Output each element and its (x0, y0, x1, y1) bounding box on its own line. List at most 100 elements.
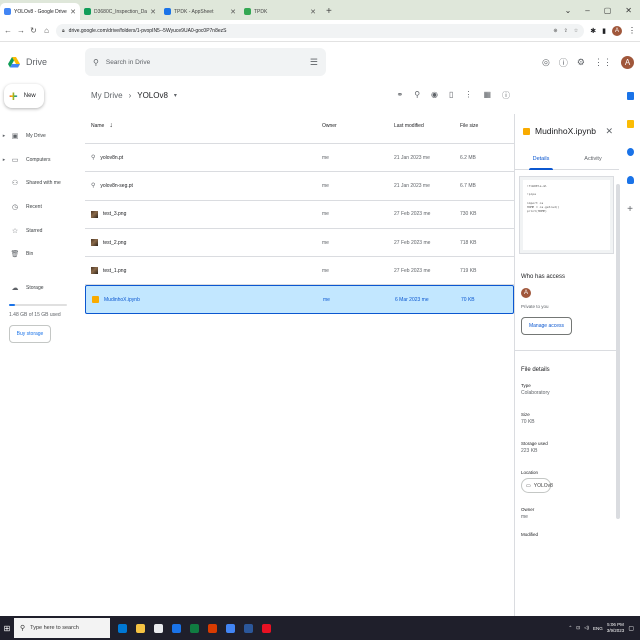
manage-access-button[interactable]: Manage access (521, 317, 572, 335)
help-icon[interactable]: ⓘ (559, 56, 568, 69)
taskbar-app-icon[interactable] (118, 623, 127, 633)
column-name[interactable]: Name ↓ (91, 122, 322, 129)
grid-view-icon[interactable]: ▦ (483, 90, 491, 101)
drive-logo[interactable]: Drive (0, 56, 85, 68)
contacts-icon[interactable] (626, 176, 634, 184)
reload-icon[interactable]: ↻ (30, 26, 37, 35)
tab-inspection-data[interactable]: D3680C_Inspection_Data_0703... ✕ (80, 3, 160, 20)
buy-storage-button[interactable]: Buy storage (9, 324, 51, 343)
tab-tpdk[interactable]: TPDK ✕ (240, 3, 320, 20)
clock[interactable]: 5:06 PM 3/9/2023 (607, 622, 625, 634)
taskbar-app-icon[interactable] (154, 623, 163, 633)
table-row[interactable]: test_2.png me 27 Feb 2023 me 718 KB (85, 229, 514, 258)
close-panel-icon[interactable]: ✕ (605, 126, 619, 137)
search-options-icon[interactable]: ☰ (310, 57, 318, 68)
account-avatar[interactable]: A (621, 55, 634, 69)
notifications-icon[interactable]: ▢ (628, 625, 634, 632)
column-owner[interactable]: Owner (322, 123, 394, 129)
tab-activity[interactable]: Activity (567, 148, 619, 169)
table-row[interactable]: test_1.png me 27 Feb 2023 me 719 KB (85, 257, 514, 286)
url-field[interactable]: 🔒︎ drive.google.com/drive/folders/1-pvop… (56, 23, 585, 38)
keep-icon[interactable] (626, 120, 634, 128)
offline-status-icon[interactable]: ◎ (542, 57, 550, 68)
search-icon[interactable]: ⚲ (93, 58, 99, 67)
sidebar-item-computers[interactable]: ▸ ▭ Computers (0, 148, 85, 172)
volume-icon[interactable]: ◁) (584, 625, 589, 631)
bookmark-star-icon[interactable]: ☆ (574, 28, 578, 34)
minimize-icon[interactable]: – (585, 6, 589, 15)
table-row[interactable]: MudinhoX.ipynb me 6 Mar 2023 me 70 KB (85, 285, 514, 314)
taskbar-app-icon[interactable] (208, 623, 217, 633)
share-person-icon[interactable]: ⚲ (414, 90, 420, 101)
folder-dropdown-icon[interactable]: ▾ (174, 92, 177, 99)
taskbar-app-icon[interactable] (172, 623, 181, 633)
language-indicator[interactable]: ENG (593, 626, 603, 631)
maximize-icon[interactable]: ▢ (604, 6, 612, 15)
check-favicon-icon (244, 8, 251, 15)
tray-chevron-icon[interactable]: ⌃ (569, 625, 573, 631)
new-button[interactable]: + New (4, 84, 44, 108)
sidebar-item-my-drive[interactable]: ▸ ▣ My Drive (0, 124, 85, 148)
sidebar-item-starred[interactable]: ☆ Starred (0, 219, 85, 243)
sidebar-item-bin[interactable]: 🗑︎ Bin (0, 242, 85, 266)
link-icon[interactable]: ⚭ (396, 90, 403, 101)
sidebar-item-storage[interactable]: ☁ Storage (0, 276, 85, 300)
profile-avatar[interactable]: A (612, 25, 622, 36)
extension-icon[interactable]: ✱ (590, 27, 596, 35)
sidebar-item-shared[interactable]: ⚇ Shared with me (0, 171, 85, 195)
breadcrumb-my-drive[interactable]: My Drive (91, 91, 123, 100)
windows-start-icon[interactable]: ⊞ (0, 624, 14, 633)
forward-icon[interactable]: → (17, 26, 25, 35)
taskbar-search-input[interactable]: ⚲ Type here to search (14, 618, 110, 638)
tab-appsheet[interactable]: TPDK - AppSheet ✕ (160, 3, 240, 20)
new-tab-button[interactable]: + (320, 6, 338, 20)
taskbar-app-icon[interactable] (262, 623, 271, 633)
search-input[interactable]: ⚲ Search in Drive ☰ (85, 48, 326, 76)
location-chip[interactable]: ▭ YOLOv8 (521, 478, 553, 493)
breadcrumb-current-folder[interactable]: YOLOv8 (137, 91, 168, 100)
install-icon[interactable]: ⊕ (553, 28, 557, 34)
taskbar-app-icon[interactable] (244, 623, 253, 633)
details-info-icon[interactable]: ⓘ (502, 90, 510, 101)
add-addon-icon[interactable]: + (627, 204, 633, 215)
tasks-icon[interactable] (626, 148, 634, 156)
menu-kebab-icon[interactable]: ⋮ (628, 26, 636, 35)
apps-grid-icon[interactable]: ⋮⋮ (594, 57, 612, 68)
sidepanel-icon[interactable]: ▮ (602, 27, 606, 35)
taskbar-app-icon[interactable] (190, 623, 199, 633)
tab-search-icon[interactable]: ⌄ (565, 6, 572, 15)
taskbar-app-icon[interactable] (136, 623, 145, 633)
search-placeholder: Search in Drive (105, 58, 151, 66)
more-actions-icon[interactable]: ⋮ (464, 90, 472, 101)
share-icon[interactable]: ⇪ (564, 28, 568, 34)
network-icon[interactable]: ⊡ (576, 625, 580, 631)
table-row[interactable]: ⚲ yolov8n.pt me 21 Jan 2023 me 6.2 MB (85, 144, 514, 173)
table-row[interactable]: ⚲ yolov8n-seg.pt me 21 Jan 2023 me 6.7 MB (85, 172, 514, 201)
sidebar-item-recent[interactable]: ◷ Recent (0, 195, 85, 219)
tab-drive[interactable]: YOLOv8 - Google Drive ✕ (0, 3, 80, 20)
drive-header: Drive ⚲ Search in Drive ☰ ◎ ⓘ ⚙ ⋮⋮ A (0, 42, 640, 82)
taskbar-app-icon[interactable] (226, 623, 235, 633)
calendar-icon[interactable] (626, 92, 634, 100)
file-preview-thumbnail[interactable]: !fnUDEla-ml !pipe import os HOME = os.ge… (519, 176, 614, 254)
expand-caret-icon[interactable]: ▸ (0, 133, 8, 139)
file-size: 718 KB (460, 239, 477, 246)
close-tab-icon[interactable]: ✕ (230, 8, 236, 16)
home-icon[interactable]: ⌂ (43, 26, 50, 35)
delete-icon[interactable]: ▯ (449, 90, 453, 101)
file-rows: ⚲ yolov8n.pt me 21 Jan 2023 me 6.2 MB ⚲ yolov8… (85, 144, 514, 314)
close-window-icon[interactable]: ✕ (625, 6, 632, 15)
column-last-modified[interactable]: Last modified (394, 123, 460, 129)
preview-eye-icon[interactable]: ◉ (431, 90, 438, 101)
tab-details[interactable]: Details (515, 148, 567, 170)
close-tab-icon[interactable]: ✕ (150, 8, 156, 16)
close-tab-icon[interactable]: ✕ (70, 8, 76, 16)
table-row[interactable]: test_3.png me 27 Feb 2023 me 730 KB (85, 201, 514, 229)
settings-gear-icon[interactable]: ⚙ (577, 57, 585, 68)
back-icon[interactable]: ← (4, 26, 12, 35)
close-tab-icon[interactable]: ✕ (310, 8, 316, 16)
file-modified: 21 Jan 2023 me (394, 182, 430, 189)
sort-arrow-icon[interactable]: ↓ (109, 122, 113, 129)
expand-caret-icon[interactable]: ▸ (0, 157, 8, 163)
column-file-size[interactable]: File size (460, 123, 510, 129)
